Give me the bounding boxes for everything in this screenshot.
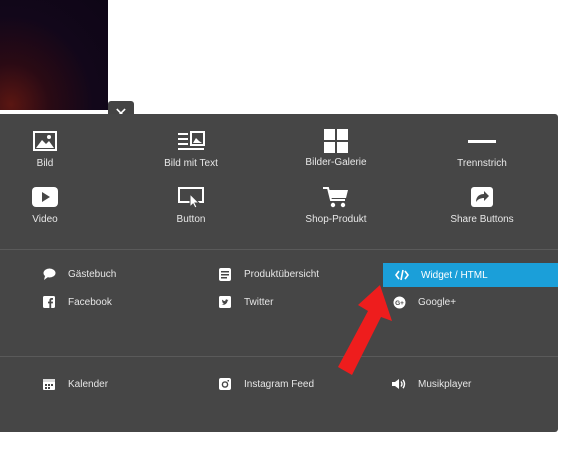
element-produktuebersicht-label: Produktübersicht [244, 268, 320, 280]
red-arrow-annotation [338, 285, 392, 375]
element-bilder-galerie[interactable]: Bilder-Galerie [281, 128, 391, 168]
add-element-panel: Bild Bild mit Text Bilder-Galerie Trenns… [0, 114, 558, 432]
google-plus-icon: G+ [392, 295, 406, 309]
product-list-icon [218, 267, 232, 281]
background-photo [0, 0, 108, 110]
calendar-icon [42, 377, 56, 391]
element-kalender-label: Kalender [68, 378, 109, 390]
element-musikplayer-label: Musikplayer [418, 378, 472, 390]
button-cursor-icon [178, 187, 204, 208]
twitter-icon [218, 295, 232, 309]
image-icon [33, 131, 57, 151]
section-divider-2 [0, 356, 558, 357]
element-bild-mit-text[interactable]: Bild mit Text [136, 130, 246, 169]
arrow-shape [338, 285, 392, 375]
element-widget-html-label: Widget / HTML [421, 269, 488, 281]
element-instagram-feed-label: Instagram Feed [244, 378, 315, 390]
element-bild[interactable]: Bild [0, 130, 100, 169]
speaker-icon [392, 377, 406, 391]
element-instagram-feed[interactable]: Instagram Feed [218, 373, 314, 395]
element-bilder-galerie-label: Bilder-Galerie [305, 157, 367, 168]
element-video-label: Video [32, 214, 58, 225]
video-play-icon [32, 187, 58, 207]
element-produktuebersicht[interactable]: Produktübersicht [218, 263, 319, 285]
element-bild-mit-text-label: Bild mit Text [164, 158, 218, 169]
element-google-plus[interactable]: G+ Google+ [392, 291, 456, 313]
element-facebook-label: Facebook [68, 296, 112, 308]
facebook-icon [42, 295, 56, 309]
gallery-grid-icon [324, 129, 348, 153]
element-twitter-label: Twitter [244, 296, 274, 308]
element-share-buttons[interactable]: Share Buttons [427, 186, 537, 225]
element-facebook[interactable]: Facebook [42, 291, 112, 313]
element-widget-html[interactable]: Widget / HTML [383, 263, 558, 287]
element-trennstrich[interactable]: Trennstrich [427, 130, 537, 169]
divider-line-icon [468, 140, 496, 143]
element-google-plus-label: Google+ [418, 296, 457, 308]
element-gaestebuch-label: Gästebuch [68, 268, 117, 280]
svg-text:G+: G+ [395, 300, 404, 307]
element-shop-produkt-label: Shop-Produkt [305, 214, 367, 225]
image-text-icon [178, 131, 205, 150]
element-musikplayer[interactable]: Musikplayer [392, 373, 471, 395]
share-icon [471, 187, 493, 207]
element-video[interactable]: Video [0, 186, 100, 225]
section-divider [0, 249, 558, 250]
shopping-cart-icon [323, 187, 348, 208]
speech-bubble-icon [42, 267, 56, 281]
element-twitter[interactable]: Twitter [218, 291, 273, 313]
element-button[interactable]: Button [136, 186, 246, 225]
element-share-buttons-label: Share Buttons [450, 214, 514, 225]
code-icon [395, 268, 409, 282]
element-bild-label: Bild [36, 158, 54, 169]
element-kalender[interactable]: Kalender [42, 373, 108, 395]
element-button-label: Button [176, 214, 206, 225]
element-trennstrich-label: Trennstrich [457, 158, 507, 169]
element-shop-produkt[interactable]: Shop-Produkt [281, 186, 391, 225]
instagram-icon [218, 377, 232, 391]
element-gaestebuch[interactable]: Gästebuch [42, 263, 116, 285]
